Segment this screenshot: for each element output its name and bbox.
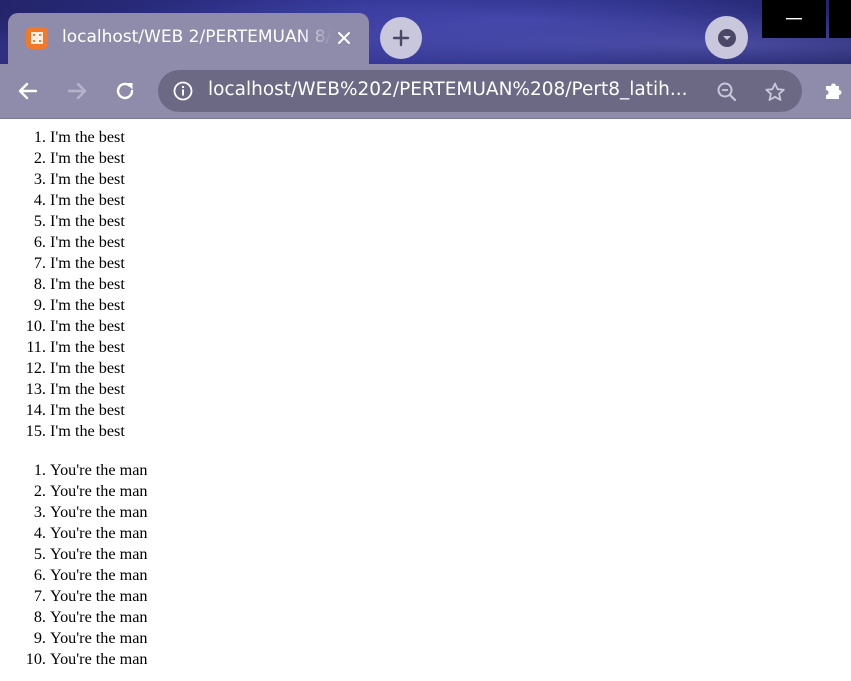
tab-strip: localhost/WEB 2/PERTEMUAN 8/Pert8_latiha… <box>0 0 851 64</box>
forward-button[interactable] <box>61 75 93 107</box>
list-item: I'm the best <box>50 127 851 148</box>
list-item: I'm the best <box>50 316 851 337</box>
list-item: I'm the best <box>50 190 851 211</box>
list-item: I'm the best <box>50 421 851 442</box>
xampp-icon <box>26 27 48 49</box>
list-item: I'm the best <box>50 253 851 274</box>
back-arrow-icon <box>18 82 38 100</box>
list-item: I'm the best <box>50 211 851 232</box>
maximize-button[interactable] <box>829 0 851 38</box>
list-item: You're the man <box>50 523 851 544</box>
close-tab-icon[interactable] <box>332 26 356 50</box>
list-item: I'm the best <box>50 232 851 253</box>
list-item: You're the man <box>50 502 851 523</box>
url-text[interactable]: localhost/WEB%202/PERTEMUAN%208/Pert8_la… <box>208 79 696 105</box>
list-item: I'm the best <box>50 379 851 400</box>
list-item: I'm the best <box>50 295 851 316</box>
list-item: I'm the best <box>50 358 851 379</box>
list-item: I'm the best <box>50 148 851 169</box>
reload-icon <box>116 82 134 100</box>
list-item: You're the man <box>50 565 851 586</box>
reload-button[interactable] <box>109 75 141 107</box>
list-item: You're the man <box>50 544 851 565</box>
list-item: You're the man <box>50 481 851 502</box>
list-item: I'm the best <box>50 400 851 421</box>
puzzle-icon <box>826 83 842 99</box>
list-item: You're the man <box>50 460 851 481</box>
forward-arrow-icon <box>67 82 87 100</box>
page-content: I'm the bestI'm the bestI'm the bestI'm … <box>0 119 851 681</box>
list-item: I'm the best <box>50 169 851 190</box>
address-bar[interactable]: localhost/WEB%202/PERTEMUAN%208/Pert8_la… <box>158 70 802 112</box>
extensions-button[interactable] <box>818 75 850 107</box>
zoom-icon[interactable] <box>714 79 740 105</box>
tab-title: localhost/WEB 2/PERTEMUAN 8/Pert8_latiha… <box>62 27 332 47</box>
tab-search-button[interactable] <box>705 16 748 59</box>
back-button[interactable] <box>12 75 44 107</box>
best-list: I'm the bestI'm the bestI'm the bestI'm … <box>0 127 851 442</box>
list-item: You're the man <box>50 607 851 628</box>
new-tab-button[interactable] <box>380 17 422 59</box>
browser-toolbar: localhost/WEB%202/PERTEMUAN%208/Pert8_la… <box>0 64 851 118</box>
list-item: You're the man <box>50 649 851 670</box>
minimize-button[interactable] <box>762 0 826 38</box>
list-item: I'm the best <box>50 337 851 358</box>
bookmark-star-icon[interactable] <box>762 79 788 105</box>
list-item: You're the man <box>50 586 851 607</box>
man-list: You're the manYou're the manYou're the m… <box>0 460 851 670</box>
info-icon[interactable] <box>172 80 194 102</box>
active-tab[interactable]: localhost/WEB 2/PERTEMUAN 8/Pert8_latiha… <box>8 13 369 64</box>
list-item: You're the man <box>50 628 851 649</box>
list-item: I'm the best <box>50 274 851 295</box>
